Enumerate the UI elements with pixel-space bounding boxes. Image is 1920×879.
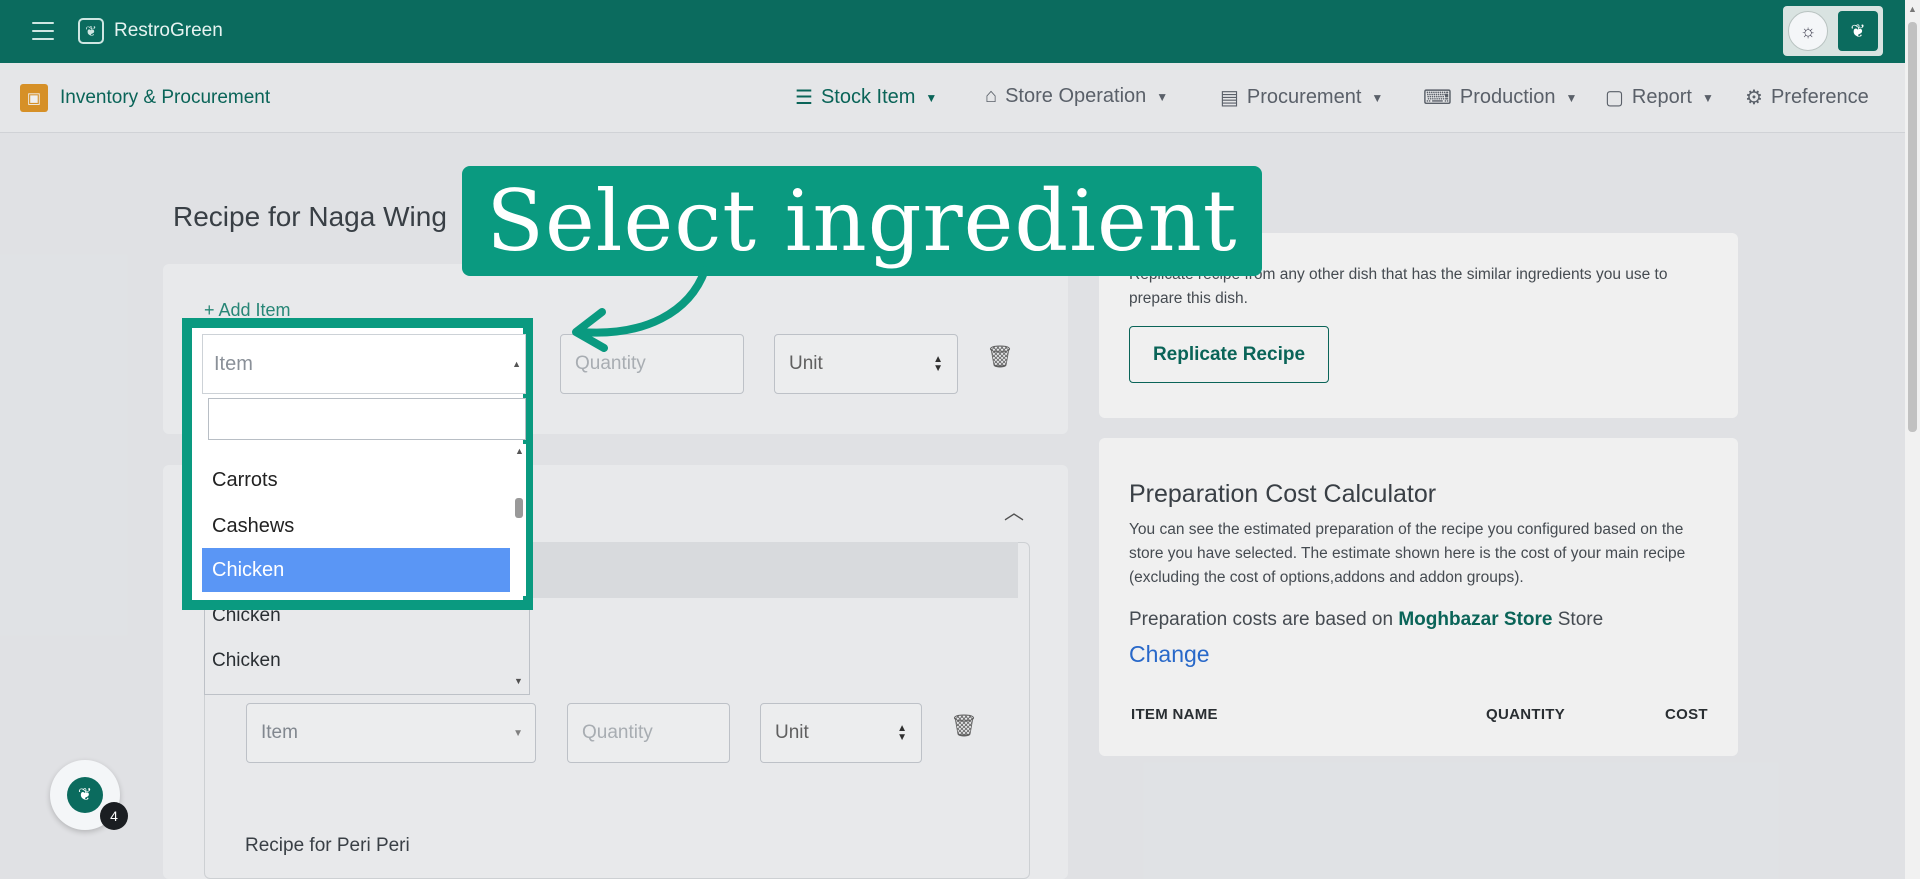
sub-item-placeholder: Item	[261, 722, 298, 743]
nav-production[interactable]: ⌨ Production ▼	[1423, 85, 1577, 110]
caret-down-icon: ▼	[1156, 89, 1169, 104]
scroll-up-icon[interactable]: ▲	[515, 446, 524, 456]
scroll-down-icon[interactable]: ▼	[514, 676, 523, 686]
caret-down-icon: ▼	[1565, 90, 1578, 105]
leaf-logo-icon: ❦	[78, 18, 104, 44]
caret-down-icon: ▼	[1371, 90, 1384, 105]
scroll-thumb[interactable]	[1908, 22, 1917, 432]
item-select-placeholder: Item	[214, 352, 253, 375]
callout-banner: Select ingredient	[462, 166, 1262, 276]
quantity-placeholder: Quantity	[575, 353, 646, 374]
dropdown-option-partial[interactable]: ·	[202, 444, 510, 458]
dropdown-scrollbar[interactable]: ▲	[512, 446, 526, 594]
updown-icon: ▲ ▼	[897, 723, 907, 743]
scroll-thumb[interactable]	[515, 498, 523, 518]
trash-icon[interactable]: 🗑	[950, 713, 978, 739]
sub-quantity-input[interactable]: Quantity	[567, 703, 730, 763]
caret-down-icon: ▼	[925, 90, 938, 105]
sub-quantity-placeholder: Quantity	[582, 722, 653, 743]
nav-stock-item-label: Stock Item	[820, 86, 916, 108]
store-name: Moghbazar Store	[1398, 609, 1553, 630]
nav-preference-label: Preference	[1770, 86, 1869, 108]
calculator-description: You can see the estimated preparation of…	[1129, 521, 1686, 586]
cost-prefix: Preparation costs are based on	[1129, 609, 1394, 630]
sub-recipe-title: Recipe for Peri Peri	[245, 835, 410, 856]
clipboard-icon: ▢	[1605, 87, 1624, 109]
module-title: Inventory & Procurement	[60, 87, 271, 108]
module-nav-bar: ▣ Inventory & Procurement ☰ Stock Item ▼…	[0, 63, 1905, 133]
nav-procurement-label: Procurement	[1246, 86, 1362, 108]
brand[interactable]: ❦ RestroGreen	[78, 18, 223, 44]
dropdown-option-selected[interactable]: Chicken	[202, 548, 510, 592]
item-select-open[interactable]: Item ▲	[202, 334, 526, 394]
unit-select[interactable]: Unit ▲ ▼	[774, 334, 958, 394]
module-header[interactable]: ▣ Inventory & Procurement	[20, 84, 270, 112]
nav-report-label: Report	[1631, 86, 1692, 108]
column-header-quantity: QUANTITY	[1486, 706, 1566, 723]
item-search-input[interactable]	[208, 398, 526, 440]
page-scrollbar[interactable]: ▲	[1905, 0, 1920, 879]
caret-down-icon: ▼	[1701, 90, 1714, 105]
replicate-recipe-button[interactable]: Replicate Recipe	[1129, 326, 1329, 383]
user-area[interactable]: ☼ ❦	[1783, 6, 1883, 56]
menu-icon[interactable]	[32, 22, 54, 40]
caret-up-icon: ▲	[512, 359, 521, 369]
column-header-cost: COST	[1665, 706, 1708, 723]
nav-stock-item[interactable]: ☰ Stock Item ▼	[795, 85, 937, 110]
box-icon: ▣	[20, 84, 48, 112]
nav-store-operation-label: Store Operation	[1005, 85, 1147, 107]
dropdown-option[interactable]: Cashews	[202, 504, 510, 548]
store-icon: ⌂	[985, 85, 998, 107]
top-bar: ❦ RestroGreen ☼ ❦	[0, 0, 1920, 63]
trash-icon[interactable]: 🗑	[986, 344, 1014, 370]
nav-preference[interactable]: ⚙ Preference	[1745, 85, 1869, 110]
chevron-up-icon[interactable]: ︿	[1004, 496, 1024, 525]
keyboard-icon: ⌨	[1423, 87, 1452, 109]
caret-down-icon: ▼	[513, 727, 523, 739]
brand-name: RestroGreen	[114, 20, 223, 41]
avatar[interactable]: ☼	[1788, 11, 1828, 51]
dropdown-option[interactable]: Carrots	[202, 458, 510, 502]
nav-production-label: Production	[1459, 86, 1556, 108]
server-icon: ▤	[1220, 87, 1239, 109]
gear-icon: ⚙	[1745, 87, 1763, 109]
cost-suffix: Store	[1557, 609, 1604, 630]
sub-item-select[interactable]: Item ▼	[246, 703, 536, 763]
unit-label: Unit	[789, 353, 823, 374]
column-header-item-name: ITEM NAME	[1131, 706, 1218, 723]
list-icon: ☰	[795, 87, 813, 109]
leaf-icon: ❦	[67, 777, 103, 813]
sub-unit-select[interactable]: Unit ▲ ▼	[760, 703, 922, 763]
app-switcher-icon[interactable]: ❦	[1838, 11, 1878, 51]
cost-basis-line: Preparation costs are based on Moghbazar…	[1129, 609, 1603, 631]
list-item[interactable]: Chicken	[212, 650, 281, 672]
nav-store-operation[interactable]: ⌂ Store Operation ▼	[985, 85, 1168, 108]
nav-procurement[interactable]: ▤ Procurement ▼	[1220, 85, 1383, 110]
nav-report[interactable]: ▢ Report ▼	[1605, 85, 1714, 110]
calculator-title: Preparation Cost Calculator	[1129, 480, 1437, 508]
updown-icon: ▲ ▼	[933, 354, 943, 374]
item-options-list: · Carrots Cashews Chicken	[202, 444, 526, 596]
change-store-link[interactable]: Change	[1129, 641, 1210, 668]
notification-badge: 4	[100, 802, 128, 830]
scroll-up-icon[interactable]: ▲	[1908, 4, 1917, 14]
callout-arrow-icon	[572, 266, 709, 352]
sub-unit-label: Unit	[775, 722, 809, 743]
page-title: Recipe for Naga Wing	[173, 201, 447, 232]
